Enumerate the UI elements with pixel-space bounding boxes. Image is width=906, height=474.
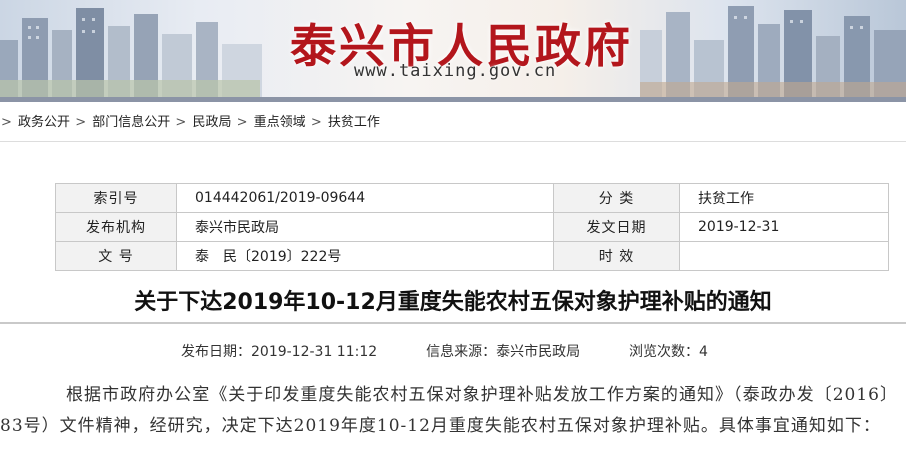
breadcrumb: > 政务公开 > 部门信息公开 > 民政局 > 重点领域 > 扶贫工作: [0, 110, 380, 136]
source-value: 泰兴市民政局: [496, 344, 581, 360]
article-title: 关于下达2019年10-12月重度失能农村五保对象护理补贴的通知: [134, 290, 772, 315]
breadcrumb-separator: >: [175, 115, 187, 130]
issue-date-value: 2019-12-31: [679, 212, 889, 242]
source-label: 信息来源：: [426, 344, 497, 360]
index-label: 索引号: [55, 183, 177, 213]
issuer-label: 发布机构: [55, 212, 177, 242]
category-label: 分 类: [553, 183, 680, 213]
breadcrumb-separator: >: [75, 115, 87, 130]
publish-date-value: 2019-12-31 11:12: [251, 344, 378, 360]
publish-date-label: 发布日期：: [181, 344, 251, 360]
breadcrumb-divider: [0, 141, 906, 142]
breadcrumb-separator: >: [310, 115, 322, 130]
site-banner: 泰兴市人民政府 www.taixing.gov.cn: [0, 0, 906, 102]
breadcrumb-item-gov-affairs[interactable]: 政务公开: [18, 115, 70, 130]
table-row: 发布机构 泰兴市民政局 发文日期 2019-12-31: [55, 212, 889, 242]
breadcrumb-item-poverty-work[interactable]: 扶贫工作: [328, 115, 380, 130]
article-meta: 发布日期：2019-12-31 11:12 信息来源：泰兴市民政局 浏览次数：4: [181, 341, 708, 361]
doc-number-label: 文 号: [55, 241, 177, 271]
banner-divider: [0, 97, 906, 102]
site-url: www.taixing.gov.cn: [354, 61, 557, 81]
category-value: 扶贫工作: [679, 183, 889, 213]
issue-date-label: 发文日期: [553, 212, 680, 242]
issuer-value: 泰兴市民政局: [176, 212, 554, 242]
breadcrumb-item-dept-info[interactable]: 部门信息公开: [92, 115, 170, 130]
index-value: 014442061/2019-09644: [176, 183, 554, 213]
article-body-paragraph: 根据市政府办公室《关于印发重度失能农村五保对象护理补贴发放工作方案的通知》（泰政…: [0, 385, 898, 436]
breadcrumb-item-key-areas[interactable]: 重点领域: [254, 115, 306, 130]
validity-label: 时 效: [553, 241, 680, 271]
document-info-table: 索引号 014442061/2019-09644 分 类 扶贫工作 发布机构 泰…: [55, 183, 889, 271]
title-divider: [0, 322, 906, 324]
doc-number-value: 泰 民〔2019〕222号: [176, 241, 554, 271]
validity-value: [679, 241, 889, 271]
view-count-label: 浏览次数：: [628, 344, 699, 360]
breadcrumb-item-civil-affairs[interactable]: 民政局: [192, 115, 231, 130]
table-row: 索引号 014442061/2019-09644 分 类 扶贫工作: [55, 183, 889, 213]
view-count-value: 4: [698, 344, 708, 360]
breadcrumb-separator: >: [1, 115, 12, 130]
breadcrumb-separator: >: [236, 115, 248, 130]
table-row: 文 号 泰 民〔2019〕222号 时 效: [55, 241, 889, 271]
